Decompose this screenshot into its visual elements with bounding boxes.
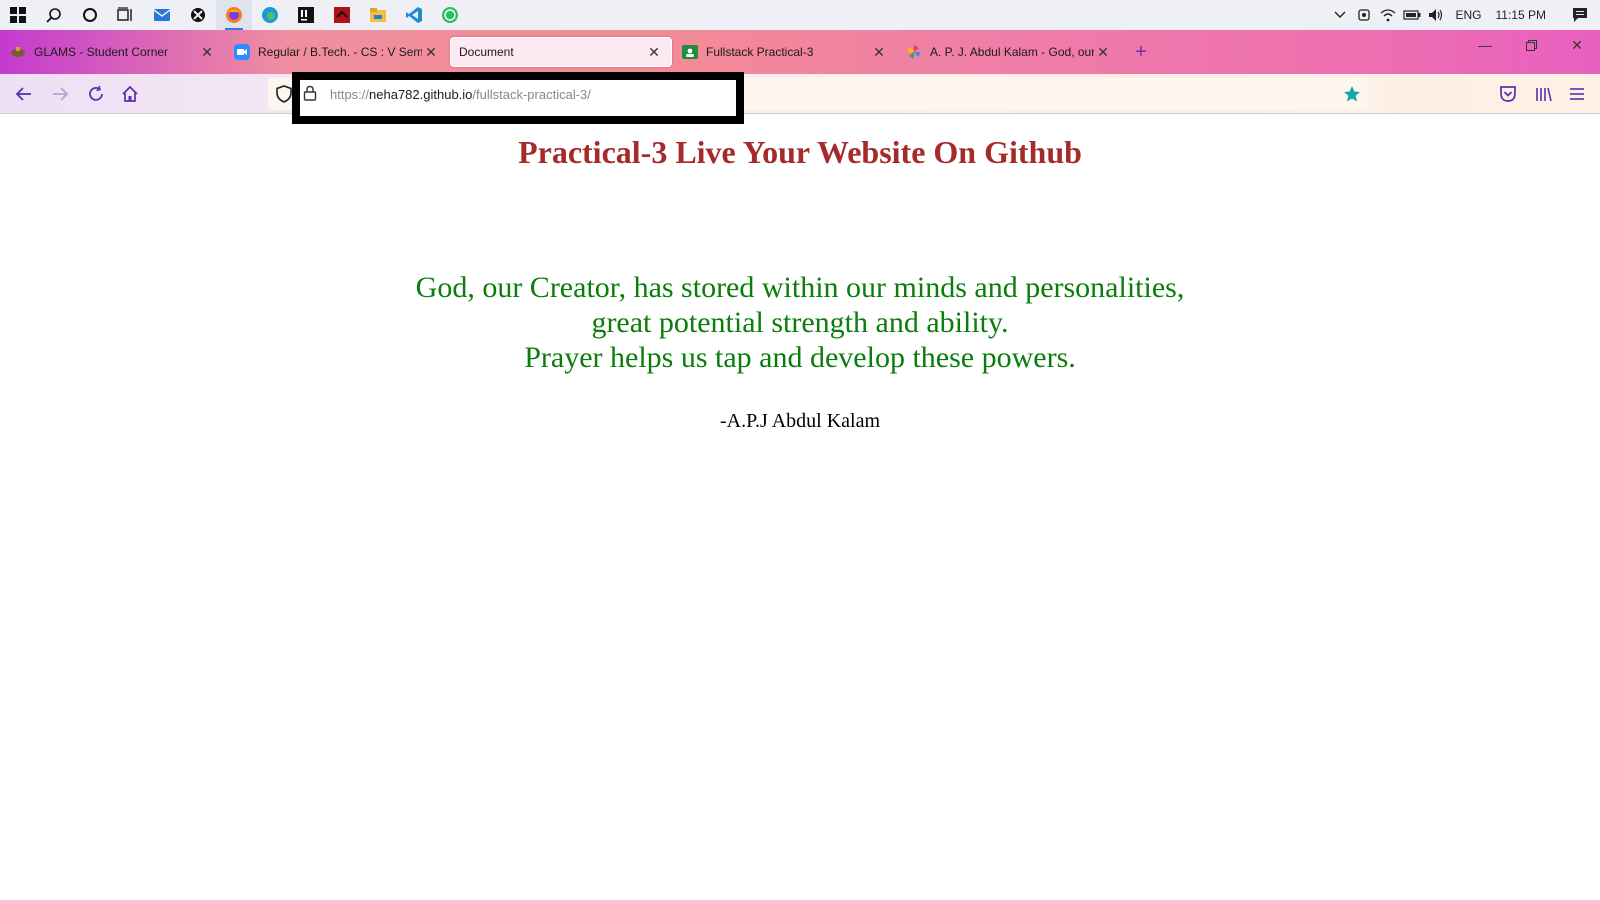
battery-icon[interactable] — [1400, 0, 1424, 30]
start-icon[interactable] — [0, 0, 36, 30]
minimize-button[interactable]: — — [1462, 30, 1508, 60]
quote-block: God, our Creator, has stored within our … — [0, 270, 1600, 375]
glams-icon — [10, 44, 26, 60]
quote-line: God, our Creator, has stored within our … — [415, 271, 1185, 304]
forward-icon[interactable] — [46, 80, 74, 108]
windows-taskbar: ENG 11:15 PM — [0, 0, 1600, 30]
navigation-toolbar — [0, 74, 1600, 114]
video-icon — [234, 44, 250, 60]
xbox-icon[interactable] — [180, 0, 216, 30]
notifications-icon[interactable] — [1560, 0, 1600, 30]
library-icon[interactable] — [1530, 80, 1558, 108]
close-icon[interactable]: ✕ — [1094, 44, 1112, 61]
firefox-icon[interactable] — [216, 0, 252, 30]
page-title: Practical-3 Live Your Website On Github — [518, 134, 1082, 170]
whatsapp-icon[interactable] — [432, 0, 468, 30]
search-icon[interactable] — [36, 0, 72, 30]
edge-icon[interactable] — [252, 0, 288, 30]
new-tab-button[interactable]: + — [1126, 37, 1156, 67]
close-window-button[interactable]: ✕ — [1554, 30, 1600, 60]
close-icon[interactable]: ✕ — [198, 44, 216, 61]
quote-author: -A.P.J Abdul Kalam — [720, 410, 880, 432]
clock[interactable]: 11:15 PM — [1490, 8, 1560, 22]
home-icon[interactable] — [116, 80, 144, 108]
bookmark-star-icon[interactable] — [1338, 80, 1366, 108]
classroom-icon — [682, 44, 698, 60]
system-tray: ENG 11:15 PM — [1328, 0, 1600, 30]
quote-line: Prayer helps us tap and develop these po… — [524, 341, 1076, 374]
meet-now-icon[interactable] — [1352, 0, 1376, 30]
url-scheme: https:// — [330, 87, 370, 102]
intellij-icon[interactable] — [288, 0, 324, 30]
pocket-icon[interactable] — [1494, 80, 1522, 108]
close-icon[interactable]: ✕ — [422, 44, 440, 61]
browser-tab-strip: GLAMS - Student Corner ✕ Regular / B.Tec… — [0, 30, 1600, 74]
tab-title: A. P. J. Abdul Kalam - God, our — [930, 45, 1094, 59]
window-controls: — ✕ — [1462, 30, 1600, 74]
quote-line: great potential strength and ability. — [591, 306, 1009, 339]
tab-title: Regular / B.Tech. - CS : V Sem / — [258, 45, 422, 59]
tab-apj-abdul-kalam[interactable]: A. P. J. Abdul Kalam - God, our ✕ — [898, 37, 1120, 67]
vscode-icon[interactable] — [396, 0, 432, 30]
close-icon[interactable]: ✕ — [870, 44, 888, 61]
close-icon[interactable]: ✕ — [645, 44, 663, 61]
url-text[interactable]: https://neha782.github.io/fullstack-prac… — [330, 87, 591, 102]
restore-button[interactable] — [1508, 30, 1554, 60]
back-icon[interactable] — [10, 80, 38, 108]
lock-icon[interactable] — [303, 85, 317, 106]
language-indicator[interactable]: ENG — [1448, 8, 1490, 22]
app-red-icon[interactable] — [324, 0, 360, 30]
tab-fullstack-practical-3[interactable]: Fullstack Practical-3 ✕ — [674, 37, 896, 67]
tab-glams[interactable]: GLAMS - Student Corner ✕ — [2, 37, 224, 67]
pinwheel-icon — [906, 44, 922, 60]
file-explorer-icon[interactable] — [360, 0, 396, 30]
mail-icon[interactable] — [144, 0, 180, 30]
task-view-icon[interactable] — [108, 0, 144, 30]
cortana-icon[interactable] — [72, 0, 108, 30]
url-path: /fullstack-practical-3/ — [472, 87, 591, 102]
tab-title: GLAMS - Student Corner — [34, 45, 169, 59]
reload-icon[interactable] — [82, 80, 110, 108]
volume-icon[interactable] — [1424, 0, 1448, 30]
tab-title: Fullstack Practical-3 — [706, 45, 814, 59]
tab-regular-btech[interactable]: Regular / B.Tech. - CS : V Sem / ✕ — [226, 37, 448, 67]
tab-title: Document — [459, 45, 514, 59]
tab-document[interactable]: Document ✕ — [450, 37, 672, 67]
chevron-up-icon[interactable] — [1328, 0, 1352, 30]
wifi-icon[interactable] — [1376, 0, 1400, 30]
menu-icon[interactable] — [1563, 80, 1591, 108]
url-host: neha782.github.io — [369, 87, 473, 102]
